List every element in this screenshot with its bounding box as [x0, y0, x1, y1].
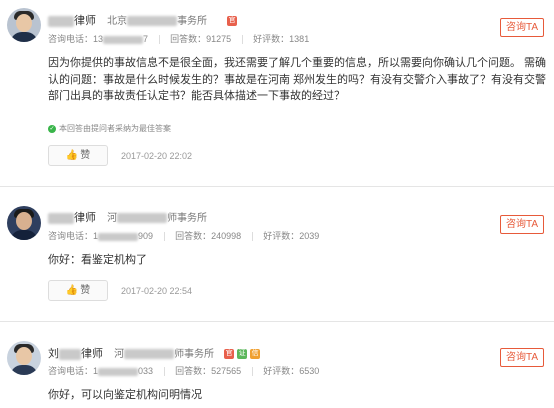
- lawyer-title[interactable]: 律师: [81, 348, 103, 360]
- phone-value: 13 7: [93, 34, 149, 44]
- rating-count: 2039: [299, 231, 320, 241]
- answers-count: 240998: [211, 231, 242, 241]
- phone-value: 1 909: [93, 231, 154, 241]
- consult-button[interactable]: 咨询TA: [499, 18, 544, 37]
- lawyer-avatar[interactable]: [7, 341, 41, 375]
- answer-content: 因为你提供的事故信息不是很全面，我还需要了解几个重要的信息，所以需要向你确认几个…: [48, 57, 547, 102]
- rating-label: 好评数：: [263, 231, 300, 241]
- redacted-name: [48, 15, 74, 27]
- phone-label: 咨询电话：: [48, 366, 94, 376]
- rating-count: 6530: [299, 366, 320, 376]
- answers-label: 回答数：: [170, 34, 207, 44]
- check-icon: ✓: [48, 124, 56, 133]
- answer-divider: [0, 321, 554, 322]
- answer-date: 2017-02-20 22:54: [121, 286, 193, 296]
- lawyer-name-line: 律师 北京 事务所 官: [48, 12, 238, 28]
- official-badge-icon: 官: [227, 16, 238, 27]
- answers-label: 回答数：: [175, 231, 212, 241]
- lawyer-title[interactable]: 律师: [74, 15, 96, 27]
- rating-label: 好评数：: [263, 366, 300, 376]
- answer-item-1: 律师 北京 事务所 官 咨询电话：13 7 回答数：91275 好评数：1381 咨…: [0, 0, 554, 175]
- answers-label: 回答数：: [175, 366, 212, 376]
- answer-content: 你好，可以向鉴定机构问明情况: [48, 389, 202, 401]
- phone-label: 咨询电话：: [48, 34, 94, 44]
- rating-count: 1381: [289, 34, 310, 44]
- like-button[interactable]: 👍 赞: [48, 280, 108, 301]
- answer-divider: [0, 186, 554, 187]
- law-firm[interactable]: 河师事务所: [114, 349, 214, 360]
- lawyer-stats: 咨询电话：1 909 回答数：240998 好评数：2039: [48, 229, 319, 242]
- rating-label: 好评数：: [253, 34, 290, 44]
- answer-item-2: 律师 河师事务所 咨询电话：1 909 回答数：240998 好评数：2039 咨…: [0, 195, 554, 315]
- lawyer-stats: 咨询电话：1 033 回答数：527565 好评数：6530: [48, 364, 319, 377]
- badge-list: 官: [224, 15, 238, 27]
- lawyer-title[interactable]: 律师: [74, 212, 96, 224]
- best-answer-note: ✓ 本回答由提问者采纳为最佳答案: [48, 124, 171, 133]
- answers-count: 91275: [206, 34, 232, 44]
- like-button[interactable]: 👍 赞: [48, 145, 108, 166]
- law-firm[interactable]: 北京 事务所: [107, 16, 207, 27]
- thumbs-up-icon: 👍: [65, 285, 79, 296]
- lawyer-stats: 咨询电话：13 7 回答数：91275 好评数：1381: [48, 32, 309, 45]
- phone-value: 1 033: [93, 366, 154, 376]
- thumbs-up-icon: 👍: [65, 150, 79, 161]
- answer-content: 你好：看鉴定机构了: [48, 254, 147, 266]
- official-badge-icon: 官: [224, 349, 235, 360]
- answer-item-3: 刘 律师 河师事务所 官证信 咨询电话：1 033 回答数：527565 好评数：6…: [0, 330, 554, 408]
- lawyer-name-line: 律师 河师事务所: [48, 209, 207, 225]
- lawyer-surname: 刘: [48, 348, 59, 360]
- answers-count: 527565: [211, 366, 242, 376]
- certified-badge-icon: 证: [237, 349, 248, 360]
- phone-label: 咨询电话：: [48, 231, 94, 241]
- lawyer-name-line: 刘 律师 河师事务所 官证信: [48, 345, 261, 361]
- redacted-name: [59, 348, 81, 360]
- lawyer-avatar[interactable]: [7, 206, 41, 240]
- answer-date: 2017-02-20 22:02: [121, 151, 193, 161]
- consult-button[interactable]: 咨询TA: [499, 215, 544, 234]
- consult-button[interactable]: 咨询TA: [499, 348, 544, 367]
- credit-badge-icon: 信: [250, 349, 261, 360]
- lawyer-avatar[interactable]: [7, 8, 41, 42]
- redacted-name: [48, 212, 74, 224]
- badge-list: 官证信: [221, 348, 261, 360]
- law-firm[interactable]: 河师事务所: [107, 213, 207, 224]
